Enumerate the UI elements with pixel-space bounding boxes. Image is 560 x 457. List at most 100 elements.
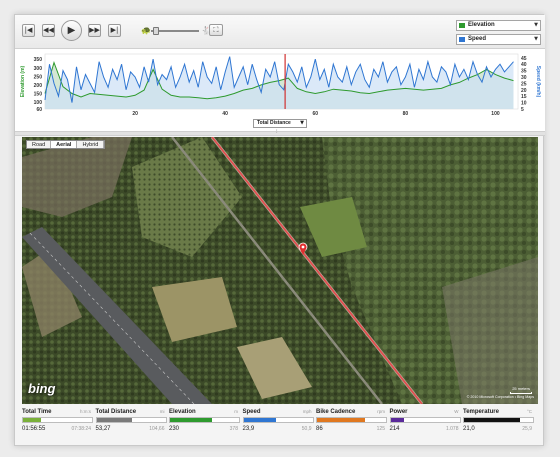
xaxis-select[interactable]: Total Distance ▼ bbox=[253, 119, 307, 128]
tab-road[interactable]: Road bbox=[27, 141, 52, 148]
stat-progress-bar bbox=[22, 417, 93, 423]
stat-unit: mi bbox=[159, 409, 165, 414]
stats-panel: Total Time h:m:s 01:56:55 07:38:24 Total Dis… bbox=[22, 407, 538, 443]
stat-current-value: 01:56:55 bbox=[22, 426, 46, 432]
right-tick-label: 15 bbox=[521, 94, 527, 100]
stat-max-value: 07:38:24 bbox=[71, 426, 91, 432]
bing-logo: bing bbox=[28, 381, 56, 396]
stat-title: Total Time bbox=[22, 409, 52, 415]
tab-aerial[interactable]: Aerial bbox=[51, 141, 78, 148]
slow-icon: 🐢 bbox=[141, 26, 151, 35]
stat-title: Total Distance bbox=[95, 409, 137, 415]
play-icon[interactable]: ▶ bbox=[61, 20, 82, 41]
stat-progress-bar bbox=[242, 417, 314, 423]
stat-progress-fill bbox=[170, 418, 213, 422]
stat-card: Elevation m 230 378 bbox=[169, 407, 240, 443]
stat-max-value: 50,9 bbox=[301, 426, 312, 432]
chevron-down-icon: ▼ bbox=[534, 22, 538, 28]
stat-progress-fill bbox=[243, 418, 276, 422]
stat-max-value: 25,9 bbox=[522, 426, 532, 432]
xaxis-select-label: Total Distance bbox=[257, 120, 291, 126]
stat-card: Total Time h:m:s 01:56:55 07:38:24 bbox=[22, 407, 93, 443]
stat-unit: rpm bbox=[377, 409, 385, 414]
x-tick-label: 40 bbox=[222, 111, 228, 117]
right-axis-label: Speed (km/h) bbox=[535, 66, 541, 98]
stat-unit: mph bbox=[302, 409, 312, 414]
rewind-icon[interactable]: ◀◀ bbox=[42, 24, 55, 37]
right-tick-label: 25 bbox=[521, 81, 527, 87]
stat-title: Power bbox=[389, 409, 408, 415]
splitter-grip-icon: ⁝ bbox=[276, 129, 278, 135]
stat-progress-fill bbox=[390, 418, 405, 422]
stat-unit: m bbox=[234, 409, 238, 414]
stat-progress-bar bbox=[316, 417, 387, 423]
skip-back-icon[interactable]: |◀ bbox=[22, 24, 35, 37]
stat-progress-fill bbox=[317, 418, 365, 422]
map-view[interactable]: Road Aerial Hybrid bing 25 meters © 2010… bbox=[22, 137, 538, 404]
playback-speed-slider[interactable]: 🐢 🐇 bbox=[141, 24, 211, 38]
right-tick-label: 35 bbox=[521, 69, 527, 75]
stat-current-value: 53,27 bbox=[95, 426, 111, 432]
chevron-down-icon: ▼ bbox=[300, 120, 304, 126]
map-copyright: © 2010 Microsoft Corporation • Bing Maps bbox=[466, 395, 534, 399]
stat-current-value: 23,9 bbox=[242, 426, 255, 432]
stat-unit: W bbox=[454, 409, 459, 414]
stat-card: Speed mph 23,9 50,9 bbox=[242, 407, 314, 443]
stat-title: Temperature bbox=[463, 409, 499, 415]
stat-current-value: 230 bbox=[169, 426, 180, 432]
left-tick-label: 300 bbox=[34, 66, 43, 72]
stat-unit: °C bbox=[526, 409, 532, 414]
series-select-1[interactable]: Elevation ▼ bbox=[456, 20, 541, 31]
series-select-2[interactable]: Speed ▼ bbox=[456, 34, 541, 45]
skip-forward-icon[interactable]: ▶| bbox=[108, 24, 121, 37]
right-tick-label: 20 bbox=[521, 88, 527, 94]
left-tick-label: 150 bbox=[34, 92, 43, 98]
stat-current-value: 21,0 bbox=[463, 426, 475, 432]
right-tick-label: 40 bbox=[521, 62, 527, 68]
series-2-label: Speed bbox=[468, 36, 487, 42]
right-tick-label: 10 bbox=[521, 101, 527, 107]
tab-hybrid[interactable]: Hybrid bbox=[77, 141, 105, 148]
series-2-swatch bbox=[459, 37, 465, 42]
panel-splitter[interactable]: ⁝ bbox=[15, 129, 545, 136]
series-1-swatch bbox=[459, 23, 465, 28]
scale-label: 25 meters bbox=[512, 386, 530, 391]
stat-max-value: 1.078 bbox=[445, 426, 459, 432]
stat-card: Total Distance mi 53,27 104,66 bbox=[95, 407, 167, 443]
app-window: |◀ ◀◀ ▶ ▶▶ ▶| 🐢 🐇 ⛶ Elevation ▼ Speed ▼ … bbox=[14, 14, 545, 446]
left-tick-label: 200 bbox=[34, 83, 43, 89]
stat-progress-bar bbox=[95, 417, 167, 423]
left-tick-label: 250 bbox=[34, 74, 43, 80]
stat-progress-fill bbox=[96, 418, 132, 422]
aerial-map[interactable] bbox=[22, 137, 538, 404]
stat-current-value: 214 bbox=[389, 426, 400, 432]
stat-current-value: 86 bbox=[316, 426, 323, 432]
stat-progress-fill bbox=[23, 418, 41, 422]
stat-card: Power W 214 1.078 bbox=[389, 407, 461, 443]
stat-card: Temperature °C 21,0 25,9 bbox=[463, 407, 534, 443]
stat-title: Speed bbox=[242, 409, 261, 415]
fullscreen-icon[interactable]: ⛶ bbox=[209, 24, 223, 36]
stat-max-value: 378 bbox=[229, 426, 238, 432]
x-tick-label: 60 bbox=[313, 111, 319, 117]
stat-progress-fill bbox=[464, 418, 520, 422]
profile-chart[interactable]: 20 40 60 80 100 60 100 150 200 250 300 350 5 10 15 20 25… bbox=[15, 49, 545, 131]
right-tick-label: 45 bbox=[521, 56, 527, 62]
stat-max-value: 104,66 bbox=[149, 426, 165, 432]
left-tick-label: 100 bbox=[34, 100, 43, 106]
chevron-down-icon: ▼ bbox=[534, 36, 538, 42]
fast-forward-icon[interactable]: ▶▶ bbox=[88, 24, 101, 37]
stat-progress-bar bbox=[169, 417, 240, 423]
stat-unit: h:m:s bbox=[79, 409, 91, 414]
x-tick-label: 80 bbox=[403, 111, 409, 117]
playback-toolbar: |◀ ◀◀ ▶ ▶▶ ▶| 🐢 🐇 ⛶ Elevation ▼ Speed ▼ bbox=[15, 15, 545, 49]
stat-progress-bar bbox=[389, 417, 461, 423]
stat-max-value: 125 bbox=[376, 426, 385, 432]
slider-thumb[interactable] bbox=[152, 27, 159, 35]
stat-card: Bike Cadence rpm 86 125 bbox=[316, 407, 387, 443]
x-tick-label: 100 bbox=[491, 111, 500, 117]
left-tick-label: 350 bbox=[34, 57, 43, 63]
series-1-label: Elevation bbox=[468, 22, 495, 28]
right-tick-label: 30 bbox=[521, 75, 527, 81]
stat-progress-bar bbox=[463, 417, 534, 423]
